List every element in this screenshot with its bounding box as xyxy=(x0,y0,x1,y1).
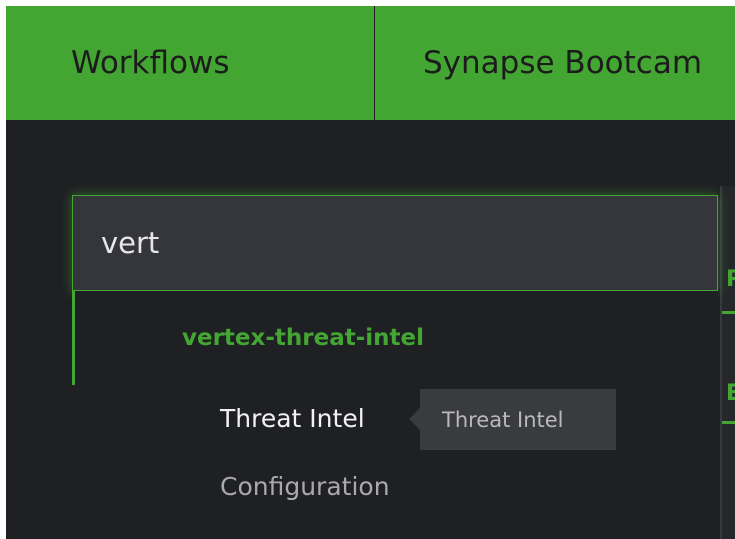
result-item-configuration[interactable]: Configuration xyxy=(220,472,390,501)
tooltip: Threat Intel xyxy=(420,389,616,450)
app-frame: Workflows Synapse Bootcam R E vertex-thr… xyxy=(6,6,735,539)
tab-workflows[interactable]: Workflows xyxy=(6,6,375,120)
background-fragment: R xyxy=(726,267,735,292)
tooltip-text: Threat Intel xyxy=(442,407,564,432)
result-group-vertex-threat-intel[interactable]: vertex-threat-intel xyxy=(72,291,718,385)
background-underline xyxy=(722,311,735,314)
result-group-label: vertex-threat-intel xyxy=(182,325,425,351)
background-panel: R E xyxy=(720,186,735,539)
background-fragment: E xyxy=(726,381,735,406)
top-nav-bar: Workflows Synapse Bootcam xyxy=(6,6,735,120)
tab-workflows-label: Workflows xyxy=(71,45,230,81)
tab-synapse-bootcamp-label: Synapse Bootcam xyxy=(423,45,703,81)
search-input[interactable] xyxy=(101,226,701,260)
result-item-threat-intel[interactable]: Threat Intel xyxy=(220,404,365,433)
search-field[interactable] xyxy=(72,195,718,291)
background-underline xyxy=(722,421,735,424)
tooltip-arrow xyxy=(409,408,420,430)
search-results-dropdown: vertex-threat-intel Threat Intel Configu… xyxy=(72,291,718,539)
tab-synapse-bootcamp[interactable]: Synapse Bootcam xyxy=(375,6,735,120)
